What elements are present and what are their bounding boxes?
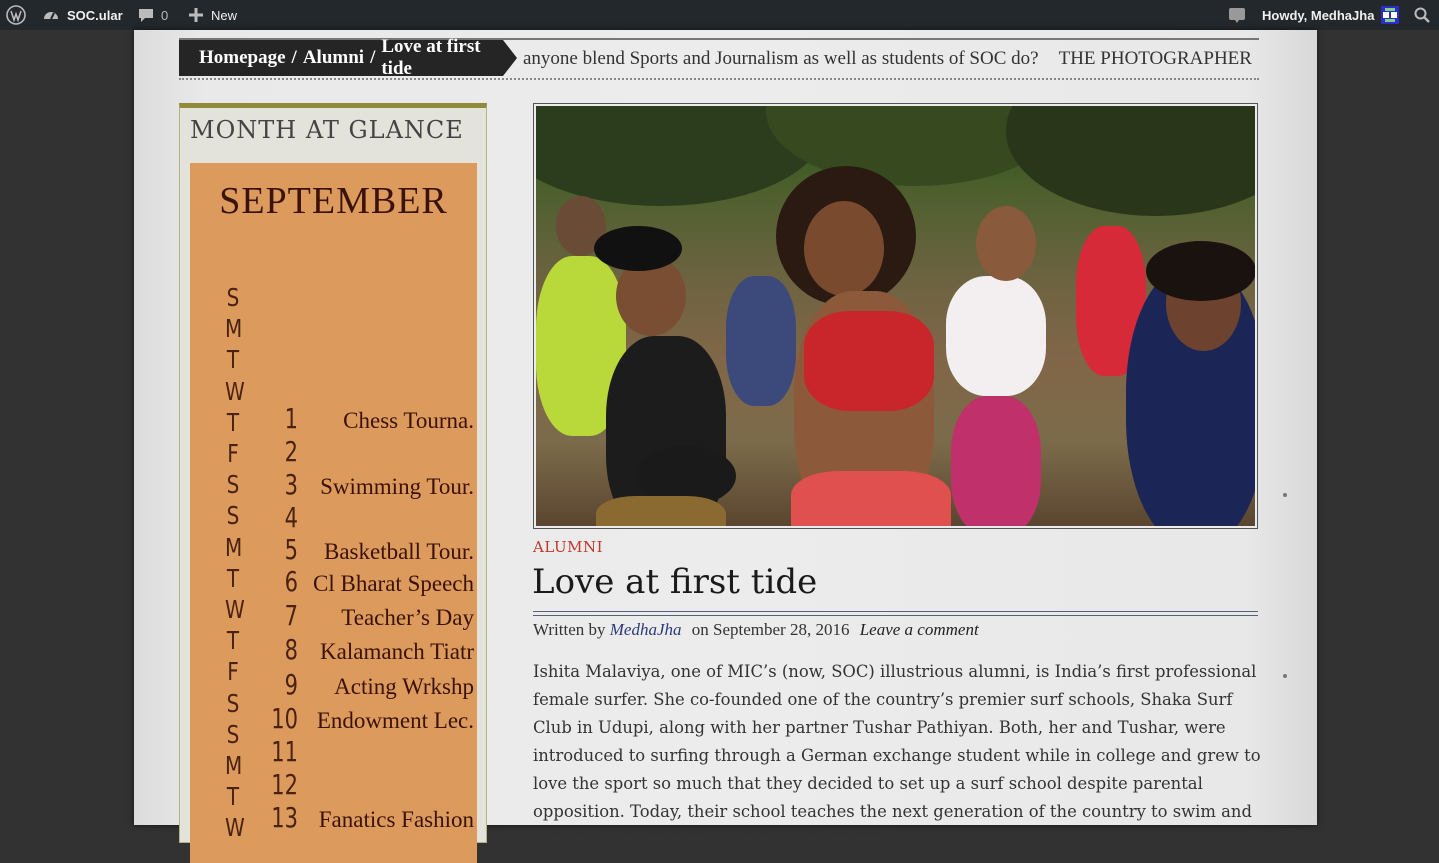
calendar-event[interactable]: Swimming Tour.: [294, 471, 477, 501]
calendar-month: SEPTEMBER: [219, 180, 448, 222]
page-paper: anyone blend Sports and Journalism as we…: [134, 30, 1317, 863]
paper-speck: [1283, 493, 1287, 497]
author-link[interactable]: MedhaJha: [610, 620, 682, 639]
notification-icon: [1229, 8, 1245, 23]
title-divider: [533, 611, 1258, 616]
event-label: Kalamanch Tiatr: [320, 638, 474, 664]
weekday-letter: F: [227, 657, 239, 687]
weekday-letter: M: [225, 751, 243, 780]
new-content-button[interactable]: New: [189, 0, 237, 30]
search-button[interactable]: [1414, 0, 1430, 30]
breadcrumb-separator: /: [370, 47, 376, 68]
date-prefix: on: [691, 620, 709, 639]
event-label: Fanatics Fashion: [318, 806, 474, 832]
event-label: Basketball Tour.: [323, 538, 474, 564]
weekday-letter: S: [226, 470, 240, 500]
post-title: Love at first tide: [532, 562, 818, 602]
day-number: 2: [284, 434, 298, 468]
ticker-item[interactable]: THE PHOTOGRAPHER: [1059, 48, 1252, 69]
runners-photo: [536, 106, 1255, 526]
calendar-event[interactable]: Endowment Lec.: [294, 705, 477, 735]
site-name: SOC.ular: [67, 7, 123, 23]
howdy-greeting: Howdy, MedhaJha: [1262, 7, 1375, 23]
weekday-letter: T: [226, 782, 240, 812]
weekday-letter: W: [225, 813, 245, 843]
breadcrumb-home-link[interactable]: Homepage: [199, 47, 286, 69]
ticker-text: anyone blend Sports and Journalism as we…: [523, 40, 1252, 78]
day-number: 4: [284, 500, 298, 534]
event-label: Swimming Tour.: [320, 473, 474, 499]
notifications-button[interactable]: [1228, 0, 1246, 30]
weekday-letter: T: [226, 563, 240, 593]
day-number: 12: [271, 767, 298, 801]
paper-speck: [1283, 674, 1287, 678]
ticker-item[interactable]: anyone blend Sports and Journalism as we…: [523, 48, 1039, 69]
event-label: Endowment Lec.: [316, 707, 474, 733]
comments-link[interactable]: 0: [138, 0, 168, 30]
calendar-event[interactable]: Kalamanch Tiatr: [294, 636, 477, 666]
weekday-letter: S: [226, 501, 240, 531]
breadcrumb-current: Love at first tide: [381, 36, 481, 79]
leave-comment-link[interactable]: Leave a comment: [860, 620, 979, 639]
calendar-event[interactable]: Fanatics Fashion: [294, 804, 477, 834]
weekday-letter: S: [226, 283, 240, 312]
weekday-letter: S: [226, 719, 240, 749]
admin-bar: SOC.ular 0 New Howdy, MedhaJha: [0, 0, 1439, 30]
weekday-letter: T: [226, 407, 240, 437]
weekday-letter: W: [225, 376, 245, 406]
calendar-image: SEPTEMBER SMTWTFSSMTWTFSSMTW 1 Chess Tour…: [190, 163, 477, 863]
comment-icon: [139, 9, 153, 22]
breadcrumb-separator: /: [291, 47, 297, 68]
widget-title: MONTH AT GLANCE: [190, 116, 464, 144]
post-meta: Written by MedhaJha on September 28, 201…: [533, 620, 979, 640]
search-icon: [1414, 7, 1430, 23]
my-account-menu[interactable]: Howdy, MedhaJha: [1262, 0, 1400, 30]
featured-image[interactable]: [533, 103, 1258, 529]
weekday-letter: F: [227, 439, 239, 468]
event-label: Teacher’s Day: [341, 604, 474, 630]
breadcrumb-alumni-link[interactable]: Alumni: [303, 47, 364, 69]
wordpress-icon: [6, 5, 26, 25]
calendar-event[interactable]: Basketball Tour.: [294, 536, 477, 566]
dashboard-icon: [44, 12, 58, 20]
calendar-event[interactable]: Cl Bharat Speech: [294, 568, 477, 598]
weekday-letter: T: [226, 345, 240, 375]
weekday-letter: M: [225, 532, 243, 562]
weekday-letter: S: [226, 688, 240, 718]
event-label: Acting Wrkshp: [334, 673, 474, 699]
plus-icon: [189, 8, 203, 22]
month-at-glance-widget: MONTH AT GLANCE SEPTEMBER SMTWTFSSMTWTFS…: [179, 103, 487, 863]
wordpress-logo-button[interactable]: [6, 0, 26, 30]
weekday-letter: T: [226, 626, 240, 656]
day-number: 11: [271, 734, 298, 768]
event-label: Cl Bharat Speech: [313, 570, 474, 596]
written-by-label: Written by: [533, 620, 606, 639]
post-date: September 28, 2016: [713, 620, 850, 639]
calendar-event[interactable]: Chess Tourna.: [294, 405, 477, 435]
weekday-letter: M: [225, 314, 243, 344]
breadcrumb: Homepage / Alumni / Love at first tide: [179, 36, 517, 79]
comment-count: 0: [161, 7, 169, 23]
post-category-link[interactable]: ALUMNI: [533, 538, 603, 556]
avatar: [1381, 6, 1400, 24]
event-label: Chess Tourna.: [343, 407, 474, 433]
site-name-link[interactable]: SOC.ular: [42, 0, 123, 30]
calendar-event[interactable]: Teacher’s Day: [294, 602, 477, 632]
new-label: New: [211, 7, 238, 23]
weekday-letter: W: [225, 595, 245, 624]
calendar-event[interactable]: Acting Wrkshp: [294, 671, 477, 701]
